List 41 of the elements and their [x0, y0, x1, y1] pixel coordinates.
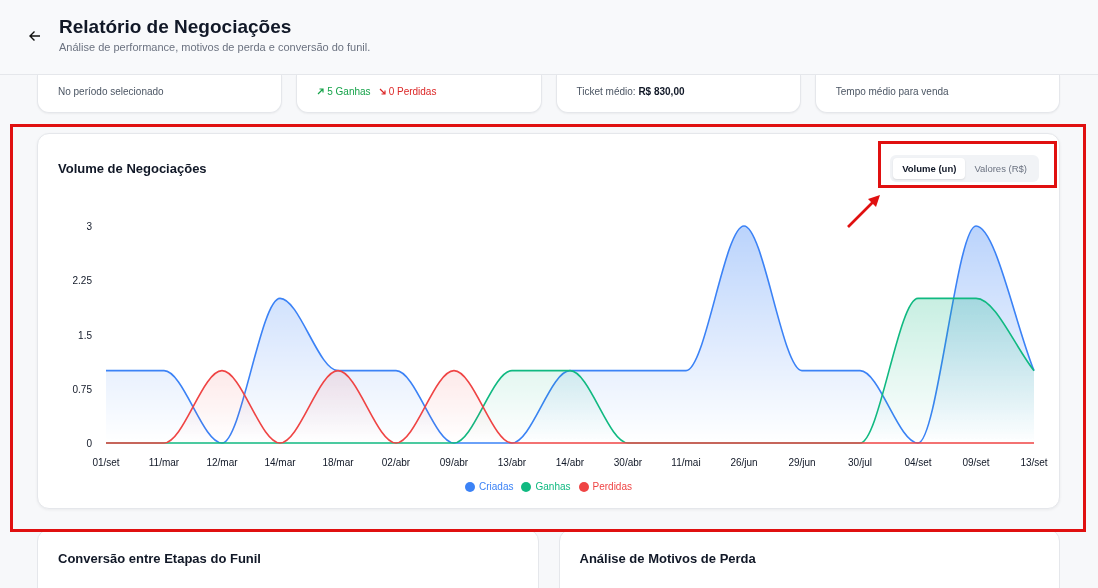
x-axis-label: 11/mai: [671, 457, 701, 468]
card-title: Conversão entre Etapas do Funil: [58, 551, 262, 566]
x-axis-label: 09/abr: [439, 457, 469, 468]
x-axis-label: 18/mar: [322, 457, 354, 468]
y-axis-label: 0.75: [72, 383, 92, 395]
x-axis-label: 14/mar: [264, 457, 296, 468]
x-axis-label: 02/abr: [381, 457, 411, 468]
x-axis-label: 13/set: [1020, 457, 1048, 468]
stat-caption: Ticket médio: R$ 830,00: [576, 86, 685, 97]
x-axis-label: 30/jul: [848, 457, 872, 468]
x-axis-label: 04/set: [904, 457, 932, 468]
stat-caption: Tempo médio para venda: [835, 86, 949, 97]
trend-up-icon: [317, 88, 325, 95]
x-axis-label: 09/set: [962, 457, 990, 468]
x-axis-label: 14/abr: [555, 457, 585, 468]
stat-caption: No período selecionado: [58, 86, 164, 97]
toggle-tab[interactable]: Valores (R$): [965, 157, 1036, 179]
x-axis-label: 13/abr: [497, 457, 527, 468]
card-title: Análise de Motivos de Perda: [579, 551, 757, 566]
x-axis-label: 12/mar: [206, 457, 238, 468]
page-subtitle: Análise de performance, motivos de perda e conversão do funil.: [59, 41, 371, 53]
y-axis-label: 0: [86, 438, 92, 449]
legend-label[interactable]: Perdidas: [592, 481, 632, 492]
trend-down-icon: [378, 88, 386, 95]
x-axis-label: 29/jun: [788, 457, 816, 468]
x-axis-label: 26/jun: [730, 457, 758, 468]
back-arrow-icon[interactable]: [29, 30, 41, 42]
x-axis-label: 01/set: [92, 457, 120, 468]
lost-count: 0 Perdidas: [388, 86, 437, 97]
y-axis-label: 3: [86, 221, 92, 232]
y-axis-label: 2.25: [72, 275, 92, 287]
toggle-tab[interactable]: Volume (un): [893, 157, 966, 179]
annotation-arrow: [846, 194, 882, 229]
x-axis-label: 11/mar: [148, 457, 180, 468]
page-title: Relatório de Negociações: [59, 15, 293, 39]
legend-label[interactable]: Ganhas: [535, 481, 571, 492]
won-count: 5 Ganhas: [327, 86, 371, 97]
card-title: Volume de Negociações: [58, 160, 207, 176]
legend-label[interactable]: Criadas: [479, 481, 514, 492]
x-axis-label: 30/abr: [613, 457, 643, 468]
y-axis-label: 1.5: [78, 329, 92, 341]
